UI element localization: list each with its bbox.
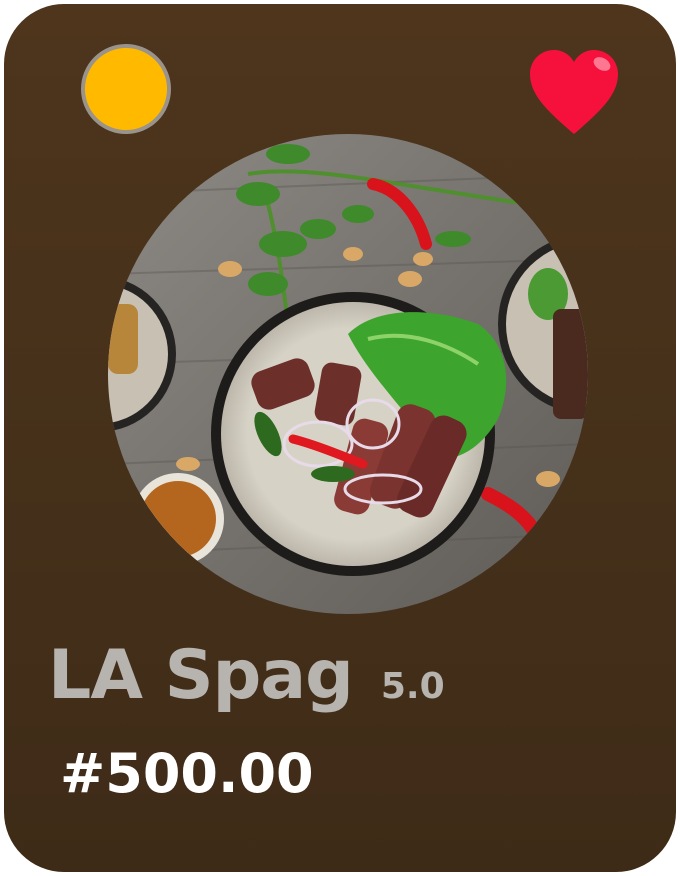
food-card[interactable]: LA Spag 5.0 #500.00 — [4, 4, 676, 872]
dish-name: LA Spag — [48, 636, 354, 715]
status-dot-icon — [81, 44, 171, 134]
rating-value: 5.0 — [380, 666, 445, 707]
dish-photo — [108, 134, 588, 614]
title-row: LA Spag 5.0 — [48, 636, 445, 715]
favorite-heart-icon[interactable] — [526, 44, 622, 140]
price-label: #500.00 — [60, 742, 314, 805]
